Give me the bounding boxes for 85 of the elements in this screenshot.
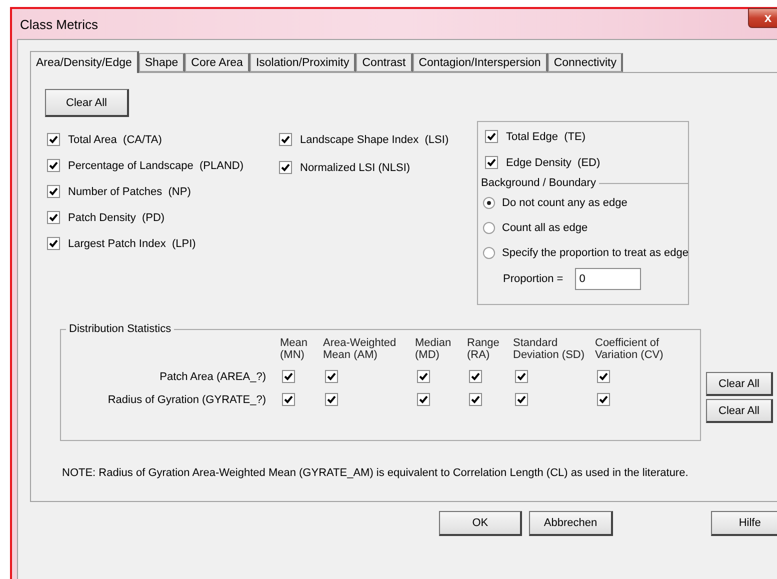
tab[interactable]: Isolation/Proximity: [250, 53, 356, 72]
checkmark-icon: [49, 213, 58, 222]
tab[interactable]: Shape: [138, 53, 186, 72]
checkbox[interactable]: [597, 370, 610, 383]
column-header: Area-Weighted Mean (AM): [323, 337, 398, 361]
checkmark-icon: [517, 372, 526, 381]
group-title: Background / Boundary: [480, 177, 597, 189]
tab[interactable]: Connectivity: [548, 53, 624, 72]
checkbox-label: Largest Patch Index (LPI): [68, 238, 196, 250]
checkmark-icon: [281, 135, 290, 144]
checkbox[interactable]: [47, 237, 60, 250]
group-title: Distribution Statistics: [68, 323, 172, 335]
checkbox-label: Number of Patches (NP): [68, 186, 191, 198]
ok-button[interactable]: OK: [439, 511, 522, 536]
tab[interactable]: Area/Density/Edge: [30, 51, 139, 73]
checkbox[interactable]: [325, 393, 338, 406]
checkbox[interactable]: [279, 133, 292, 146]
checkbox[interactable]: [485, 156, 498, 169]
checkmark-icon: [327, 372, 336, 381]
checkbox[interactable]: [47, 211, 60, 224]
cancel-button[interactable]: Abbrechen: [529, 511, 613, 536]
column-header: Mean (MN): [280, 337, 309, 361]
checkbox[interactable]: [485, 130, 498, 143]
checkbox[interactable]: [47, 185, 60, 198]
checkbox-label: Percentage of Landscape (PLAND): [68, 160, 244, 172]
checkmark-icon: [49, 161, 58, 170]
row-label: Radius of Gyration (GYRATE_?): [106, 394, 267, 406]
help-button[interactable]: Hilfe: [710, 511, 777, 536]
radio-button[interactable]: [483, 222, 495, 234]
checkbox[interactable]: [515, 393, 528, 406]
checkbox-label: Normalized LSI (NLSI): [300, 162, 410, 174]
note-text: NOTE: Radius of Gyration Area-Weighted Mean (GYRATE_AM) is equivalent to Correlation Length (CL) as used in the literature.: [62, 467, 690, 479]
checkmark-icon: [487, 158, 496, 167]
column-header: Median (MD): [415, 337, 452, 361]
field-label: Proportion =: [503, 273, 564, 285]
proportion-field[interactable]: 0: [575, 268, 642, 290]
checkbox[interactable]: [469, 393, 482, 406]
column-header: Range (RA): [467, 337, 500, 361]
radio-button[interactable]: [483, 197, 495, 209]
checkmark-icon: [599, 372, 608, 381]
checkbox[interactable]: [282, 393, 295, 406]
checkbox-label: Total Edge (TE): [506, 130, 586, 142]
checkbox[interactable]: [469, 370, 482, 383]
checkbox[interactable]: [597, 393, 610, 406]
checkmark-icon: [419, 395, 428, 404]
column-header: Standard Deviation (SD): [513, 337, 586, 361]
checkmark-icon: [487, 132, 496, 141]
checkmark-icon: [49, 135, 58, 144]
checkmark-icon: [281, 163, 290, 172]
checkmark-icon: [517, 395, 526, 404]
clear-all-button[interactable]: Clear All: [706, 372, 773, 396]
column-header: Coefficient of Variation (CV): [595, 337, 664, 361]
radio-label: Do not count any as edge: [502, 197, 628, 209]
checkmark-icon: [327, 395, 336, 404]
radio-label: Count all as edge: [502, 222, 588, 234]
window-title: Class Metrics: [20, 16, 98, 32]
checkbox[interactable]: [47, 159, 60, 172]
tab[interactable]: Core Area: [185, 53, 250, 72]
radio-label: Specify the proportion to treat as edge: [502, 247, 689, 259]
checkbox[interactable]: [417, 370, 430, 383]
checkbox[interactable]: [282, 370, 295, 383]
checkmark-icon: [471, 372, 480, 381]
checkmark-icon: [284, 395, 293, 404]
checkbox-label: Edge Density (ED): [506, 156, 600, 168]
checkbox-label: Landscape Shape Index (LSI): [300, 134, 449, 146]
row-label: Patch Area (AREA_?): [158, 371, 267, 383]
checkbox-label: Patch Density (PD): [68, 212, 165, 224]
tab[interactable]: Contagion/Interspersion: [412, 53, 548, 72]
checkbox[interactable]: [515, 370, 528, 383]
checkmark-icon: [471, 395, 480, 404]
checkbox[interactable]: [47, 133, 60, 146]
checkbox[interactable]: [325, 370, 338, 383]
checkbox[interactable]: [279, 161, 292, 174]
radio-button[interactable]: [483, 247, 495, 259]
checkmark-icon: [419, 372, 428, 381]
checkmark-icon: [284, 372, 293, 381]
clear-all-button[interactable]: Clear All: [45, 89, 129, 117]
close-button[interactable]: x: [748, 8, 777, 28]
checkmark-icon: [49, 187, 58, 196]
checkmark-icon: [599, 395, 608, 404]
checkbox-label: Total Area (CA/TA): [68, 134, 162, 146]
clear-all-button[interactable]: Clear All: [706, 399, 773, 423]
checkbox[interactable]: [417, 393, 430, 406]
checkmark-icon: [49, 239, 58, 248]
tab[interactable]: Contrast: [356, 53, 413, 72]
